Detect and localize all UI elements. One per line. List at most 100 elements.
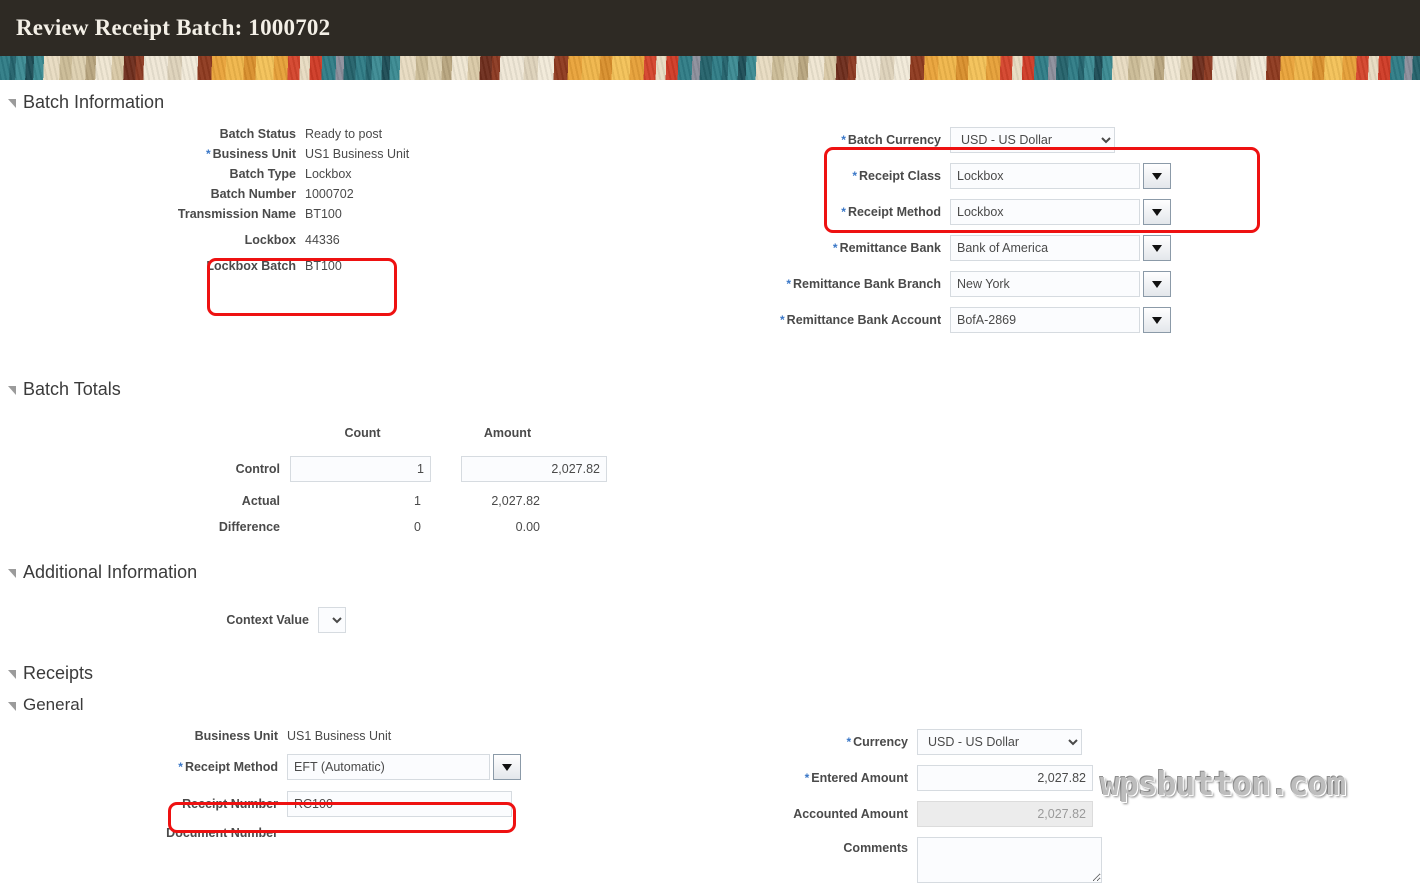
chevron-down-icon [1152, 172, 1162, 180]
remittance-bank-branch-input[interactable] [950, 271, 1140, 297]
label-transmission-name: Transmission Name [177, 207, 296, 221]
receipt-method-input[interactable] [950, 199, 1140, 225]
section-title-batch-totals: Batch Totals [23, 379, 121, 399]
label-lockbox-batch: Lockbox Batch [206, 259, 296, 273]
label-batch-type: Batch Type [229, 167, 296, 181]
collapse-triangle-icon[interactable] [8, 670, 16, 679]
field-lockbox: Lockbox 44336 [0, 233, 780, 247]
batch-totals-row-control: Control [160, 456, 1420, 482]
general-receipt-method-lov[interactable] [287, 754, 521, 780]
chevron-down-icon [1152, 316, 1162, 324]
remittance-bank-branch-dropdown-button[interactable] [1143, 271, 1171, 297]
section-title-general: General [23, 695, 84, 714]
field-general-business-unit: Business Unit US1 Business Unit [0, 729, 780, 743]
required-asterisk: * [804, 771, 810, 785]
row-label-difference: Difference [218, 520, 280, 534]
page-title: Review Receipt Batch: 1000702 [16, 15, 331, 40]
remittance-bank-branch-lov[interactable] [950, 271, 1171, 297]
receipt-class-input[interactable] [950, 163, 1140, 189]
section-header-batch-information[interactable]: Batch Information [0, 92, 1420, 113]
general-receipt-method-dropdown-button[interactable] [493, 754, 521, 780]
label-remittance-bank-branch: Remittance Bank Branch [793, 277, 941, 291]
required-asterisk: * [841, 205, 846, 219]
chevron-down-icon [1152, 244, 1162, 252]
receipt-method-dropdown-button[interactable] [1143, 199, 1171, 225]
value-lockbox: 44336 [305, 233, 340, 247]
remittance-bank-account-dropdown-button[interactable] [1143, 307, 1171, 333]
receipt-method-lov[interactable] [950, 199, 1171, 225]
row-label-actual: Actual [241, 494, 280, 508]
label-general-receipt-method: Receipt Method [184, 760, 278, 774]
difference-amount-value: 0.00 [515, 520, 540, 534]
label-business-unit: Business Unit [212, 147, 296, 161]
required-asterisk: * [205, 147, 211, 161]
collapse-triangle-icon[interactable] [8, 386, 16, 395]
remittance-bank-account-lov[interactable] [950, 307, 1171, 333]
general-receipt-method-input[interactable] [287, 754, 490, 780]
section-header-receipts[interactable]: Receipts [0, 663, 1420, 684]
section-title-additional-information: Additional Information [23, 562, 198, 582]
general-currency-select[interactable]: USD - US Dollar [917, 729, 1082, 755]
chevron-down-icon [1152, 280, 1162, 288]
field-accounted-amount: Accounted Amount [780, 801, 1420, 827]
required-asterisk: * [846, 735, 852, 749]
required-asterisk: * [780, 313, 785, 327]
required-asterisk: * [178, 760, 183, 774]
general-left-column: Business Unit US1 Business Unit * Receipt… [0, 729, 780, 889]
section-title-batch-information: Batch Information [23, 92, 165, 112]
required-asterisk: * [786, 277, 792, 291]
value-lockbox-batch: BT100 [305, 259, 342, 273]
section-header-batch-totals[interactable]: Batch Totals [0, 379, 1420, 400]
label-context-value: Context Value [226, 613, 309, 627]
label-lockbox: Lockbox [244, 233, 296, 247]
chevron-down-icon [502, 763, 512, 771]
field-comments: Comments [780, 837, 1420, 883]
control-amount-input[interactable] [461, 456, 607, 482]
collapse-triangle-icon[interactable] [8, 99, 16, 108]
comments-textarea[interactable] [917, 837, 1102, 883]
receipt-class-lov[interactable] [950, 163, 1171, 189]
value-general-business-unit: US1 Business Unit [287, 729, 392, 743]
field-receipt-class: * Receipt Class [780, 163, 1420, 189]
label-remittance-bank: Remittance Bank [839, 241, 941, 255]
required-asterisk: * [841, 133, 846, 147]
batch-info-right-column: * Batch Currency USD - US Dollar * Receipt… [780, 127, 1420, 339]
field-receipt-method: * Receipt Method [780, 199, 1420, 225]
field-batch-type: Batch Type Lockbox [0, 167, 780, 181]
collapse-triangle-icon[interactable] [8, 701, 16, 711]
field-remittance-bank: * Remittance Bank [780, 235, 1420, 261]
section-header-general[interactable]: General [0, 695, 1420, 715]
label-receipt-method: Receipt Method [847, 205, 941, 219]
remittance-bank-lov[interactable] [950, 235, 1171, 261]
label-batch-status: Batch Status [219, 127, 296, 141]
label-entered-amount: Entered Amount [811, 771, 908, 785]
remittance-bank-dropdown-button[interactable] [1143, 235, 1171, 261]
label-accounted-amount: Accounted Amount [793, 807, 908, 821]
field-remittance-bank-account: * Remittance Bank Account [780, 307, 1420, 333]
receipt-number-input[interactable] [287, 791, 512, 817]
row-label-control: Control [235, 462, 280, 476]
label-comments: Comments [843, 841, 908, 855]
field-remittance-bank-branch: * Remittance Bank Branch [780, 271, 1420, 297]
column-header-count: Count [344, 426, 381, 440]
field-lockbox-batch: Lockbox Batch BT100 [0, 259, 780, 273]
collapse-triangle-icon[interactable] [8, 569, 16, 578]
remittance-bank-input[interactable] [950, 235, 1140, 261]
label-batch-number: Batch Number [210, 187, 296, 201]
label-remittance-bank-account: Remittance Bank Account [786, 313, 942, 327]
actual-count-value: 1 [414, 494, 421, 508]
field-transmission-name: Transmission Name BT100 [0, 207, 780, 221]
control-count-input[interactable] [290, 456, 431, 482]
context-value-select[interactable] [318, 607, 346, 633]
chevron-down-icon [1152, 208, 1162, 216]
entered-amount-input[interactable] [917, 765, 1093, 791]
label-receipt-class: Receipt Class [859, 169, 941, 183]
label-general-currency: Currency [853, 735, 908, 749]
remittance-bank-account-input[interactable] [950, 307, 1140, 333]
receipt-class-dropdown-button[interactable] [1143, 163, 1171, 189]
batch-totals-row-difference: Difference 0 0.00 [160, 520, 1420, 534]
batch-totals-row-actual: Actual 1 2,027.82 [160, 494, 1420, 508]
batch-info-left-column: Batch Status Ready to post * Business Uni… [0, 127, 780, 339]
batch-currency-select[interactable]: USD - US Dollar [950, 127, 1115, 153]
section-header-additional-information[interactable]: Additional Information [0, 562, 1420, 583]
